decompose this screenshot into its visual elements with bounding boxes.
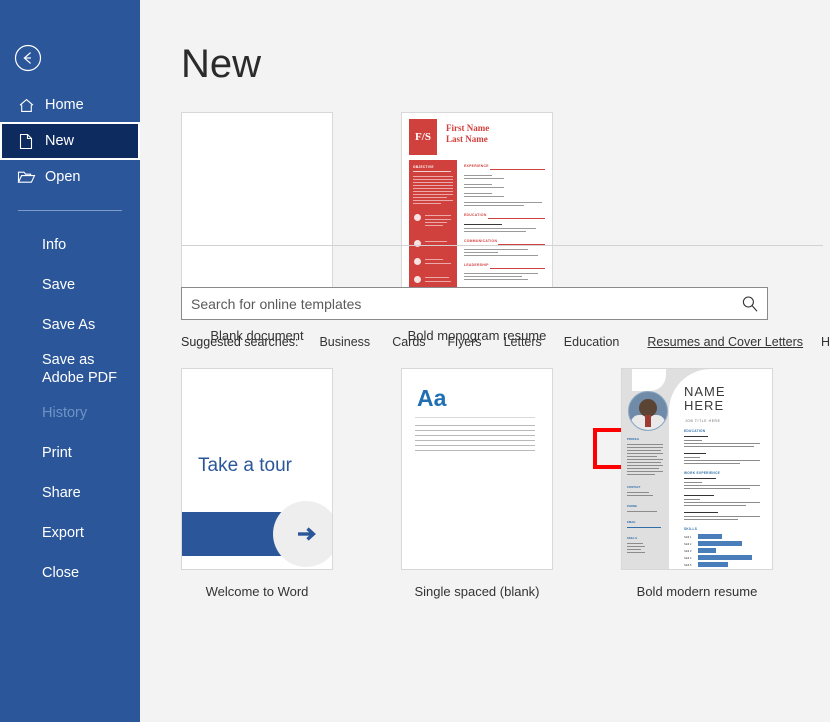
tour-text: Take a tour [198, 455, 292, 476]
home-icon [16, 95, 36, 115]
template-caption: Single spaced (blank) [414, 584, 540, 599]
sidebar-item-save-as-adobe-pdf[interactable]: Save as Adobe PDF [0, 346, 140, 394]
search-input[interactable] [182, 288, 732, 319]
sidebar-item-history: History [42, 405, 88, 422]
sidebar-item-open[interactable]: Open [0, 160, 140, 194]
backstage-main-pane: New Blank document F/S First Name Last Na… [140, 0, 830, 722]
template-thumbnail-welcome-to-word: Take a tour [181, 368, 333, 570]
suggested-searches: Suggested searches: Business Cards Flyer… [181, 332, 830, 352]
template-thumbnail-bold-modern-resume: PROFILE CONTACT PHONE EMAIL SKILLS NAME … [621, 368, 773, 570]
suggested-link-flyers[interactable]: Flyers [448, 335, 482, 349]
suggested-link-education[interactable]: Education [564, 335, 620, 349]
open-folder-icon [16, 167, 36, 187]
template-thumbnail-bold-monogram-resume: F/S First Name Last Name OBJECTIVE EXPER… [401, 112, 553, 314]
sidebar-item-save[interactable]: Save [0, 266, 140, 306]
resume-right-column: EXPERIENCE EDUCATION COMMUNICATION LEADE… [464, 160, 545, 305]
template-caption: Welcome to Word [205, 584, 309, 599]
template-card-welcome-to-word[interactable]: Take a tour Welcome to Word [181, 368, 333, 599]
new-document-icon [16, 131, 36, 151]
suggested-searches-label: Suggested searches: [181, 335, 299, 349]
word-backstage-new-screen: Home New Open Info Save Save As Save as … [0, 0, 830, 722]
monogram-badge: F/S [409, 119, 437, 155]
sidebar-item-new[interactable]: New [0, 122, 140, 160]
sidebar-item-label: Home [45, 96, 84, 113]
template-thumbnail-blank [181, 112, 333, 314]
section-divider [181, 245, 823, 246]
resume-left-column: OBJECTIVE [409, 160, 457, 305]
sidebar-item-home[interactable]: Home [0, 88, 140, 122]
template-thumbnail-single-spaced: Aa [401, 368, 553, 570]
suggested-link-holiday[interactable]: Holiday [821, 335, 830, 349]
resume-name: First Name Last Name [446, 123, 490, 145]
suggested-link-resumes-and-cover-letters[interactable]: Resumes and Cover Letters [647, 335, 803, 349]
search-templates-box[interactable] [181, 287, 768, 320]
template-card-bold-modern-resume[interactable]: PROFILE CONTACT PHONE EMAIL SKILLS NAME … [621, 368, 793, 599]
template-card-single-spaced-blank[interactable]: Aa Single spaced (blank) [401, 368, 573, 599]
suggested-link-letters[interactable]: Letters [504, 335, 542, 349]
sidebar-item-export[interactable]: Export [0, 514, 140, 554]
page-title: New [181, 42, 262, 86]
sidebar-secondary-nav: Info Save Save As Save as Adobe PDF Hist… [0, 226, 140, 594]
sample-text: Aa [417, 385, 447, 411]
backstage-sidebar: Home New Open Info Save Save As Save as … [0, 0, 140, 722]
resume-job-title: JOB TITLE HERE [685, 419, 721, 423]
back-arrow-circle-icon[interactable] [14, 44, 42, 72]
suggested-link-business[interactable]: Business [319, 335, 370, 349]
sidebar-divider [18, 210, 122, 211]
sidebar-item-save-as[interactable]: Save As [0, 306, 140, 346]
tour-arrow-button[interactable] [273, 501, 332, 567]
sidebar-item-label: New [45, 132, 75, 149]
avatar [628, 391, 668, 431]
search-icon[interactable] [740, 294, 760, 314]
sidebar-item-share[interactable]: Share [0, 474, 140, 514]
sidebar-item-print[interactable]: Print [0, 434, 140, 474]
suggested-link-cards[interactable]: Cards [392, 335, 425, 349]
sidebar-item-close[interactable]: Close [0, 554, 140, 594]
resume-name: NAME HERE [684, 384, 726, 414]
sidebar-primary-nav: Home New Open [0, 88, 140, 194]
template-caption: Bold modern resume [636, 584, 758, 599]
sidebar-item-label: Open [45, 168, 81, 185]
sidebar-item-info[interactable]: Info [0, 226, 140, 266]
arrow-right-icon [298, 527, 316, 541]
